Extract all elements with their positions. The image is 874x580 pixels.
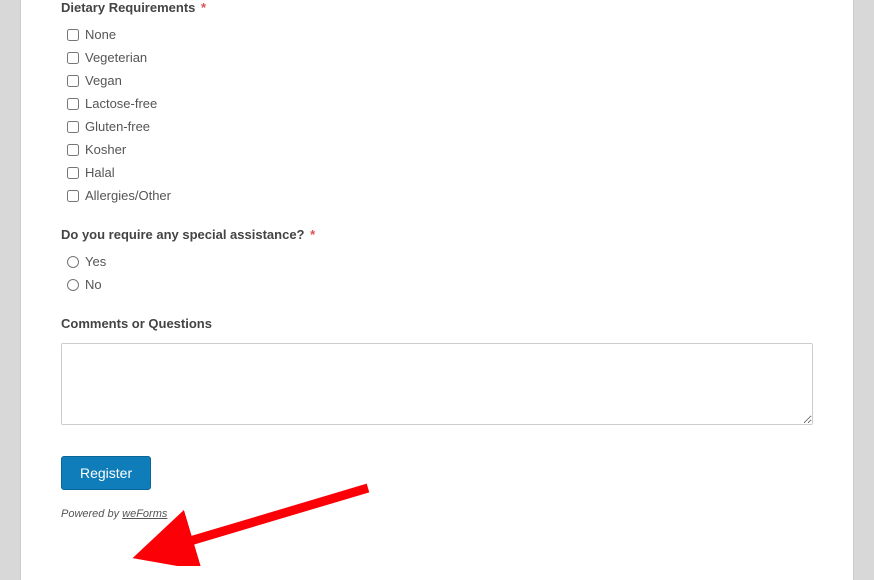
dietary-checkbox-kosher[interactable]	[67, 144, 79, 156]
dietary-checkbox-halal[interactable]	[67, 167, 79, 179]
dietary-option-row: Halal	[61, 165, 813, 180]
dietary-option-label: Vegan	[85, 73, 122, 88]
assistance-group: Do you require any special assistance? *…	[61, 227, 813, 292]
dietary-option-label: None	[85, 27, 116, 42]
dietary-label-text: Dietary Requirements	[61, 0, 195, 15]
dietary-checkbox-vegetarian[interactable]	[67, 52, 79, 64]
form-card: Dietary Requirements * None Vegeterian V…	[20, 0, 854, 580]
register-button[interactable]: Register	[61, 456, 151, 490]
assistance-option-label: Yes	[85, 254, 106, 269]
comments-textarea[interactable]	[61, 343, 813, 425]
powered-by-prefix: Powered by	[61, 508, 122, 520]
dietary-option-row: Vegeterian	[61, 50, 813, 65]
powered-by-link[interactable]: weForms	[122, 508, 167, 520]
assistance-label-text: Do you require any special assistance?	[61, 227, 305, 242]
dietary-checkbox-vegan[interactable]	[67, 75, 79, 87]
dietary-checkbox-none[interactable]	[67, 29, 79, 41]
comments-group: Comments or Questions	[61, 316, 813, 428]
assistance-option-label: No	[85, 277, 102, 292]
required-asterisk: *	[310, 227, 315, 242]
dietary-option-label: Lactose-free	[85, 96, 157, 111]
dietary-option-label: Allergies/Other	[85, 188, 171, 203]
assistance-option-row: Yes	[61, 254, 813, 269]
assistance-radio-no[interactable]	[67, 279, 79, 291]
dietary-checkbox-lactose-free[interactable]	[67, 98, 79, 110]
assistance-radio-yes[interactable]	[67, 256, 79, 268]
powered-by-footer: Powered by weForms	[61, 508, 813, 520]
dietary-option-row: Vegan	[61, 73, 813, 88]
dietary-option-row: Lactose-free	[61, 96, 813, 111]
dietary-label: Dietary Requirements *	[61, 0, 813, 15]
dietary-group: Dietary Requirements * None Vegeterian V…	[61, 0, 813, 203]
dietary-option-label: Kosher	[85, 142, 126, 157]
assistance-option-row: No	[61, 277, 813, 292]
dietary-option-label: Vegeterian	[85, 50, 147, 65]
assistance-label: Do you require any special assistance? *	[61, 227, 813, 242]
dietary-option-row: Gluten-free	[61, 119, 813, 134]
dietary-option-row: Kosher	[61, 142, 813, 157]
dietary-checkbox-allergies-other[interactable]	[67, 190, 79, 202]
dietary-option-row: None	[61, 27, 813, 42]
required-asterisk: *	[201, 0, 206, 15]
dietary-option-label: Gluten-free	[85, 119, 150, 134]
dietary-option-row: Allergies/Other	[61, 188, 813, 203]
comments-label: Comments or Questions	[61, 316, 813, 331]
dietary-option-label: Halal	[85, 165, 115, 180]
dietary-checkbox-gluten-free[interactable]	[67, 121, 79, 133]
